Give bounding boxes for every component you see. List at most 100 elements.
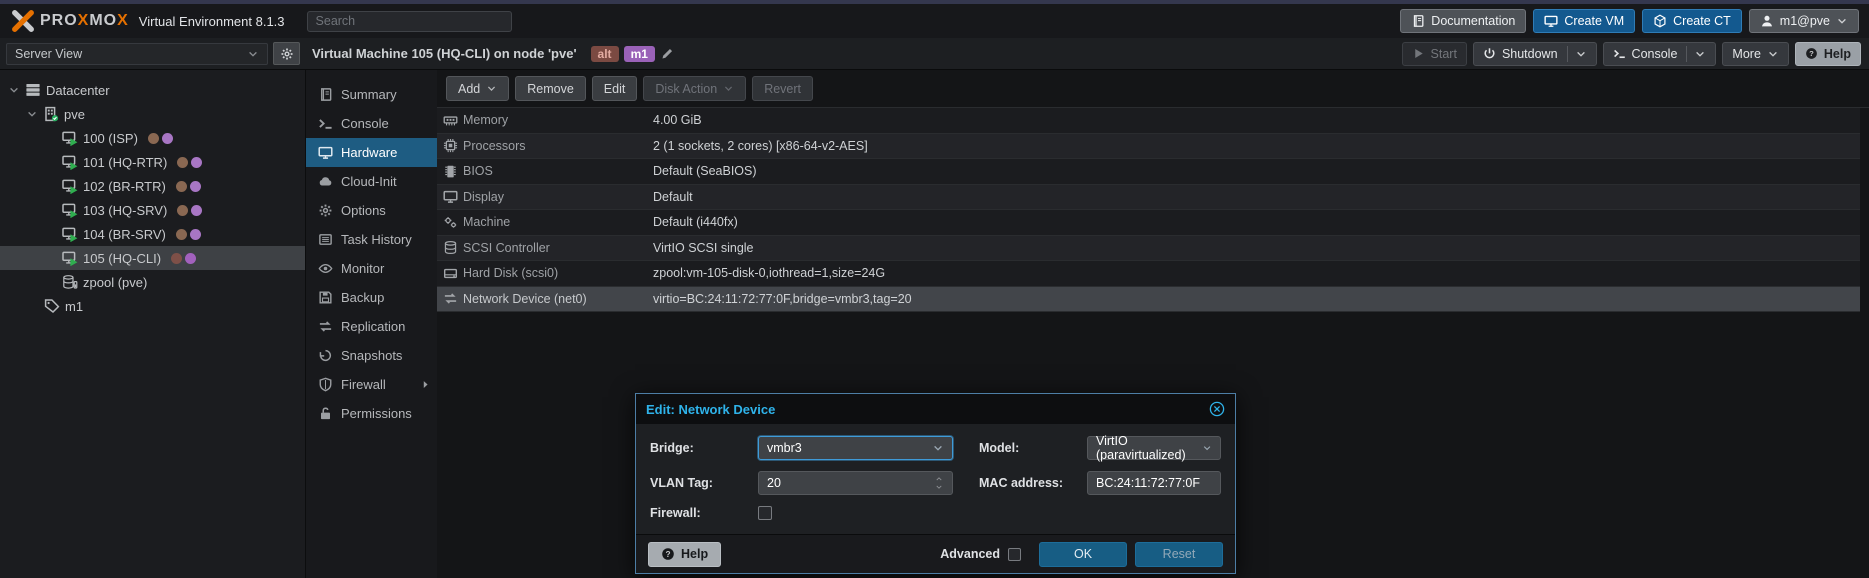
vm-menu-item[interactable]: Summary: [306, 80, 437, 109]
vm-action-label: Shutdown: [1502, 47, 1558, 61]
vm-menu-item-label: Firewall: [341, 377, 386, 392]
vm-menu-item[interactable]: Console: [306, 109, 437, 138]
vm-menu-item[interactable]: Hardware: [306, 138, 437, 167]
proxmox-wordmark: PROXMOX: [40, 12, 129, 30]
proxmox-logo: PROXMOX: [10, 9, 129, 33]
hardware-row[interactable]: Hard Disk (scsi0) zpool:vm-105-disk-0,io…: [437, 261, 1860, 287]
server-view-label: Server View: [15, 47, 82, 61]
vm-menu-item-label: Task History: [341, 232, 412, 247]
tree-tag-dots: [176, 181, 201, 192]
header-buttons: Documentation Create VM Create CT m1@pve: [1400, 9, 1859, 33]
header-button[interactable]: Documentation: [1400, 9, 1526, 33]
number-spinner[interactable]: [934, 475, 944, 491]
hardware-toolbar-button[interactable]: Add: [446, 76, 509, 101]
hardware-toolbar-button[interactable]: Edit: [592, 76, 638, 101]
ok-button[interactable]: OK: [1039, 542, 1127, 567]
vm-menu-item[interactable]: Options: [306, 196, 437, 225]
question-icon: ?: [661, 547, 675, 561]
vm-menu-item-label: Summary: [341, 87, 397, 102]
edit-tags-pencil-icon[interactable]: [661, 47, 674, 60]
tree-row[interactable]: 101 (HQ-RTR): [0, 150, 305, 174]
hardware-row[interactable]: BIOS Default (SeaBIOS): [437, 159, 1860, 185]
tree-row[interactable]: zpool (pve): [0, 270, 305, 294]
hardware-row-value: 2 (1 sockets, 2 cores) [x86-64-v2-AES]: [653, 139, 868, 153]
hardware-row-label: Machine: [463, 215, 653, 229]
header-button[interactable]: Create CT: [1642, 9, 1742, 33]
advanced-checkbox[interactable]: [1008, 548, 1021, 561]
vm-menu-item-icon: [318, 319, 333, 334]
hardware-toolbar-button[interactable]: Remove: [515, 76, 586, 101]
hardware-toolbar-button[interactable]: Revert: [752, 76, 813, 101]
secondary-toolbar: Server View Virtual Machine 105 (HQ-CLI)…: [0, 38, 1869, 70]
tree-row[interactable]: 105 (HQ-CLI): [0, 246, 305, 270]
model-select[interactable]: VirtIO (paravirtualized): [1087, 436, 1221, 460]
mac-address-value: BC:24:11:72:77:0F: [1096, 476, 1200, 490]
hardware-toolbar-button[interactable]: Disk Action: [643, 76, 746, 101]
chevron-down-icon[interactable]: [932, 442, 944, 454]
tree-row[interactable]: 103 (HQ-SRV): [0, 198, 305, 222]
tree-row[interactable]: 104 (BR-SRV): [0, 222, 305, 246]
vm-tag-chip: alt: [591, 46, 619, 62]
empty-cell: [961, 506, 1079, 520]
proxmox-x-icon: [10, 9, 36, 33]
vm-menu-item[interactable]: Permissions: [306, 399, 437, 428]
vm-menu-item-label: Hardware: [341, 145, 397, 160]
vm-menu-item[interactable]: Snapshots: [306, 341, 437, 370]
chevron-down-icon[interactable]: [1202, 442, 1212, 454]
dialog-help-button[interactable]: ? Help: [648, 542, 721, 567]
tree-row[interactable]: m1: [0, 294, 305, 318]
bridge-select[interactable]: vmbr3: [758, 436, 953, 460]
hardware-row-icon: [437, 138, 463, 153]
header-button[interactable]: m1@pve: [1749, 9, 1859, 33]
hardware-row[interactable]: Network Device (net0) virtio=BC:24:11:72…: [437, 287, 1860, 313]
tree-expand-chevron-icon[interactable]: [26, 108, 38, 120]
tree-item-label: 102 (BR-RTR): [83, 179, 166, 194]
vm-menu-item-label: Permissions: [341, 406, 412, 421]
view-settings-button[interactable]: [273, 42, 300, 65]
vm-action-button[interactable]: ? Help: [1795, 42, 1861, 66]
hardware-toolbar-button-label: Disk Action: [655, 82, 717, 96]
mac-address-input[interactable]: BC:24:11:72:77:0F: [1087, 471, 1221, 495]
vlan-tag-input[interactable]: 20: [758, 471, 953, 495]
tree-row[interactable]: 102 (BR-RTR): [0, 174, 305, 198]
header-button[interactable]: Create VM: [1533, 9, 1635, 33]
tree-row[interactable]: 100 (ISP): [0, 126, 305, 150]
header-button-icon: [1653, 14, 1667, 28]
vm-menu-item[interactable]: Firewall: [306, 370, 437, 399]
vlan-tag-value: 20: [767, 476, 781, 490]
chevron-down-icon: [723, 83, 734, 94]
server-view-select[interactable]: Server View: [6, 43, 268, 65]
vm-menu-item[interactable]: Replication: [306, 312, 437, 341]
hardware-row-icon: [437, 240, 463, 255]
global-search-input[interactable]: [307, 11, 512, 32]
close-icon[interactable]: [1209, 401, 1225, 417]
dialog-footer: ? Help Advanced OK Reset: [636, 534, 1235, 573]
vm-action-icon: [1483, 47, 1496, 60]
tree-expand-chevron-icon[interactable]: [8, 84, 20, 96]
firewall-checkbox[interactable]: [758, 506, 772, 520]
hardware-row[interactable]: SCSI Controller VirtIO SCSI single: [437, 236, 1860, 262]
tree-row[interactable]: Datacenter: [0, 78, 305, 102]
vm-action-label: More: [1732, 47, 1760, 61]
vm-menu-item[interactable]: Backup: [306, 283, 437, 312]
vm-action-button[interactable]: Console: [1603, 42, 1717, 66]
hardware-row[interactable]: Display Default: [437, 185, 1860, 211]
vm-action-button[interactable]: More: [1722, 42, 1788, 66]
chevron-down-icon[interactable]: [934, 483, 944, 491]
hardware-row[interactable]: Machine Default (i440fx): [437, 210, 1860, 236]
vm-action-icon: [1613, 47, 1626, 60]
header-button-label: Create CT: [1673, 14, 1731, 28]
dialog-header[interactable]: Edit: Network Device: [636, 394, 1235, 424]
hardware-row-icon: [437, 189, 463, 204]
tree-row[interactable]: pve: [0, 102, 305, 126]
vm-menu-item[interactable]: Cloud-Init: [306, 167, 437, 196]
hardware-row[interactable]: Processors 2 (1 sockets, 2 cores) [x86-6…: [437, 134, 1860, 160]
vm-action-button[interactable]: Start: [1402, 42, 1467, 66]
vm-action-button[interactable]: Shutdown: [1473, 42, 1597, 66]
hardware-row[interactable]: Memory 4.00 GiB: [437, 108, 1860, 134]
vm-menu-item[interactable]: Task History: [306, 225, 437, 254]
chevron-up-icon[interactable]: [934, 475, 944, 483]
reset-button[interactable]: Reset: [1135, 542, 1223, 567]
vm-menu-item-icon: [318, 145, 333, 160]
vm-menu-item[interactable]: Monitor: [306, 254, 437, 283]
